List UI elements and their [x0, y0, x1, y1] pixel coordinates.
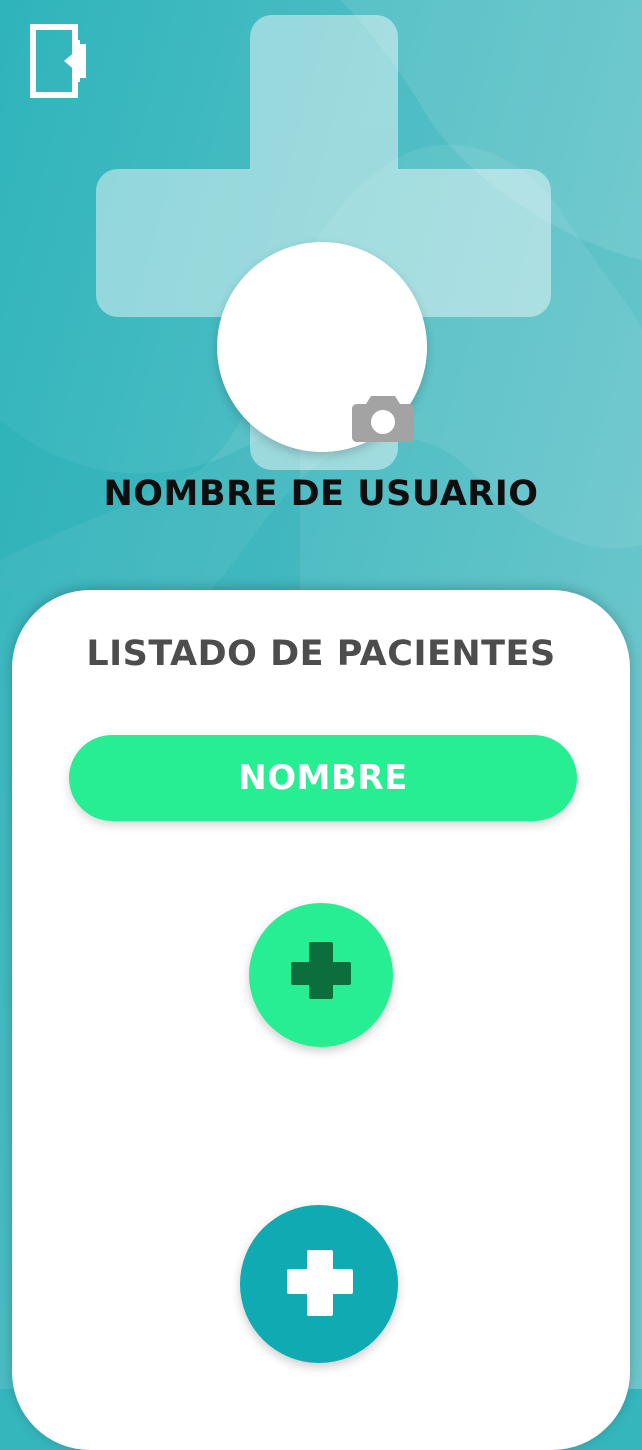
add-patient-button[interactable] — [249, 903, 393, 1047]
camera-icon[interactable] — [351, 393, 415, 443]
patients-list-title: LISTADO DE PACIENTES — [86, 634, 556, 674]
patient-name-button[interactable]: NOMBRE — [69, 735, 577, 821]
plus-icon — [291, 942, 351, 999]
patients-card: LISTADO DE PACIENTES NOMBRE — [12, 590, 630, 1450]
plus-icon — [287, 1250, 353, 1316]
add-button[interactable] — [240, 1205, 398, 1363]
username-title: NOMBRE DE USUARIO — [103, 474, 539, 514]
logout-door-icon[interactable] — [28, 22, 88, 100]
